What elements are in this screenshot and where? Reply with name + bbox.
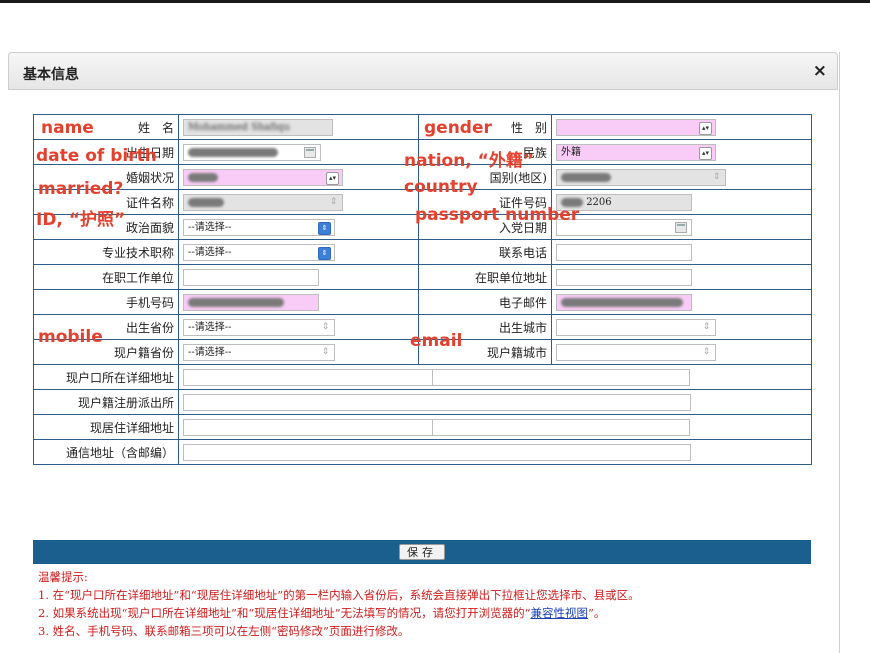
party-date-input[interactable] bbox=[556, 218, 692, 236]
action-bar: 保存 bbox=[33, 540, 811, 564]
form-row: 现居住详细地址 bbox=[33, 414, 812, 440]
employer-input[interactable] bbox=[183, 268, 319, 286]
form-row: 现户口所在详细地址 bbox=[33, 364, 812, 390]
label-political: 政治面貌 bbox=[33, 214, 179, 240]
chevron-updown-icon: ⇕ bbox=[702, 346, 711, 357]
label-gender: 性 别 bbox=[418, 114, 552, 140]
birth-province-select[interactable]: --请选择-- ⇕ bbox=[183, 318, 335, 336]
chevron-updown-icon: ⇕ bbox=[318, 221, 331, 235]
chevron-updown-icon: ⇕ bbox=[712, 171, 721, 182]
label-birth-province: 出生省份 bbox=[33, 314, 179, 340]
mobile-input[interactable] bbox=[183, 293, 319, 311]
form-row: 现户籍省份 --请选择-- ⇕ 现户籍城市 ⇕ bbox=[33, 339, 812, 365]
birth-date-input[interactable] bbox=[183, 143, 321, 161]
label-hukou-city: 现户籍城市 bbox=[418, 339, 552, 365]
basic-info-form: 姓 名 Mohammed Shafiqu 性 别 ▴▾ 出生日期 民族 外籍 ▴… bbox=[33, 114, 812, 465]
form-row: 婚姻状况 ▴▾ 国别(地区) ⇕ bbox=[33, 164, 812, 190]
phone-input[interactable] bbox=[556, 243, 692, 261]
label-police-station: 现户籍注册派出所 bbox=[33, 389, 179, 415]
political-select[interactable]: --请选择-- ⇕ bbox=[183, 218, 335, 236]
tip-line-1: 1. 在“现户口所在详细地址”和“现居住详细地址”的第一栏内输入省份后，系统会直… bbox=[38, 588, 640, 602]
form-row: 政治面貌 --请选择-- ⇕ 入党日期 bbox=[33, 214, 812, 240]
compat-view-link[interactable]: 兼容性视图 bbox=[531, 606, 589, 620]
window-top-line bbox=[0, 0, 870, 3]
tips-heading: 温馨提示: bbox=[38, 570, 88, 584]
employer-address-input[interactable] bbox=[556, 268, 692, 286]
tips-section: 温馨提示: 1. 在“现户口所在详细地址”和“现居住详细地址”的第一栏内输入省份… bbox=[38, 568, 640, 640]
form-row: 证件名称 ⇕ 证件号码 2206 bbox=[33, 189, 812, 215]
label-birth-city: 出生城市 bbox=[418, 314, 552, 340]
hukou-address-province-input[interactable] bbox=[183, 368, 433, 386]
label-hukou-province: 现户籍省份 bbox=[33, 339, 179, 365]
chevron-updown-icon: ⇕ bbox=[318, 246, 331, 260]
gender-select[interactable]: ▴▾ bbox=[556, 118, 716, 136]
label-marital: 婚姻状况 bbox=[33, 164, 179, 190]
form-row: 姓 名 Mohammed Shafiqu 性 别 ▴▾ bbox=[33, 114, 812, 140]
dialog-header: 基本信息 × bbox=[8, 52, 838, 90]
dialog-right-edge bbox=[839, 52, 840, 653]
form-row: 专业技术职称 --请选择-- ⇕ 联系电话 bbox=[33, 239, 812, 265]
chevron-updown-icon: ⇕ bbox=[329, 196, 338, 207]
label-country: 国别(地区) bbox=[418, 164, 552, 190]
label-id-type: 证件名称 bbox=[33, 189, 179, 215]
label-mobile: 手机号码 bbox=[33, 289, 179, 315]
chevron-updown-icon: ⇕ bbox=[321, 321, 330, 332]
tip-line-3: 3. 姓名、手机号码、联系邮箱三项可以在左侧“密码修改”页面进行修改。 bbox=[38, 624, 410, 638]
residence-detail-input[interactable] bbox=[432, 418, 690, 436]
tip-line-2: 2. 如果系统出现“现户口所在详细地址”和“现居住详细地址”无法填写的情况，请您… bbox=[38, 606, 606, 620]
label-birth-date: 出生日期 bbox=[33, 139, 179, 165]
label-id-number: 证件号码 bbox=[418, 189, 552, 215]
label-name: 姓 名 bbox=[33, 114, 179, 140]
hukou-city-select[interactable]: ⇕ bbox=[556, 343, 716, 361]
marital-select[interactable]: ▴▾ bbox=[183, 168, 343, 186]
form-row: 通信地址（含邮编） bbox=[33, 439, 812, 465]
close-icon[interactable]: × bbox=[813, 61, 827, 81]
hukou-address-detail-input[interactable] bbox=[432, 368, 690, 386]
label-party-date: 入党日期 bbox=[418, 214, 552, 240]
label-employer-address: 在职单位地址 bbox=[418, 264, 552, 290]
dialog-title: 基本信息 bbox=[23, 67, 79, 83]
calendar-icon[interactable] bbox=[304, 146, 316, 158]
nation-select[interactable]: 外籍 ▴▾ bbox=[556, 143, 716, 161]
form-row: 出生日期 民族 外籍 ▴▾ bbox=[33, 139, 812, 165]
save-button[interactable]: 保存 bbox=[399, 544, 445, 560]
chevron-updown-icon: ▴▾ bbox=[326, 171, 339, 185]
name-input[interactable]: Mohammed Shafiqu bbox=[183, 118, 333, 136]
mailing-address-input[interactable] bbox=[183, 443, 691, 461]
label-residence: 现居住详细地址 bbox=[33, 414, 179, 440]
chevron-updown-icon: ▴▾ bbox=[699, 121, 712, 135]
chevron-updown-icon: ⇕ bbox=[321, 346, 330, 357]
police-station-input[interactable] bbox=[183, 393, 691, 411]
email-input[interactable] bbox=[556, 293, 692, 311]
label-hukou-address: 现户口所在详细地址 bbox=[33, 364, 179, 390]
label-nation: 民族 bbox=[418, 139, 552, 165]
label-pro-title: 专业技术职称 bbox=[33, 239, 179, 265]
form-row: 在职工作单位 在职单位地址 bbox=[33, 264, 812, 290]
label-mailing-address: 通信地址（含邮编） bbox=[33, 439, 179, 465]
residence-province-input[interactable] bbox=[183, 418, 433, 436]
calendar-icon[interactable] bbox=[675, 221, 687, 233]
form-row: 现户籍注册派出所 bbox=[33, 389, 812, 415]
hukou-province-select[interactable]: --请选择-- ⇕ bbox=[183, 343, 335, 361]
country-select[interactable]: ⇕ bbox=[556, 168, 726, 186]
id-type-select[interactable]: ⇕ bbox=[183, 193, 343, 211]
label-email: 电子邮件 bbox=[418, 289, 552, 315]
chevron-updown-icon: ⇕ bbox=[702, 321, 711, 332]
passport-number-input[interactable]: 2206 bbox=[556, 193, 692, 211]
pro-title-select[interactable]: --请选择-- ⇕ bbox=[183, 243, 335, 261]
birth-city-select[interactable]: ⇕ bbox=[556, 318, 716, 336]
chevron-updown-icon: ▴▾ bbox=[699, 146, 712, 160]
label-phone: 联系电话 bbox=[418, 239, 552, 265]
form-row: 手机号码 电子邮件 bbox=[33, 289, 812, 315]
label-employer: 在职工作单位 bbox=[33, 264, 179, 290]
form-row: 出生省份 --请选择-- ⇕ 出生城市 ⇕ bbox=[33, 314, 812, 340]
